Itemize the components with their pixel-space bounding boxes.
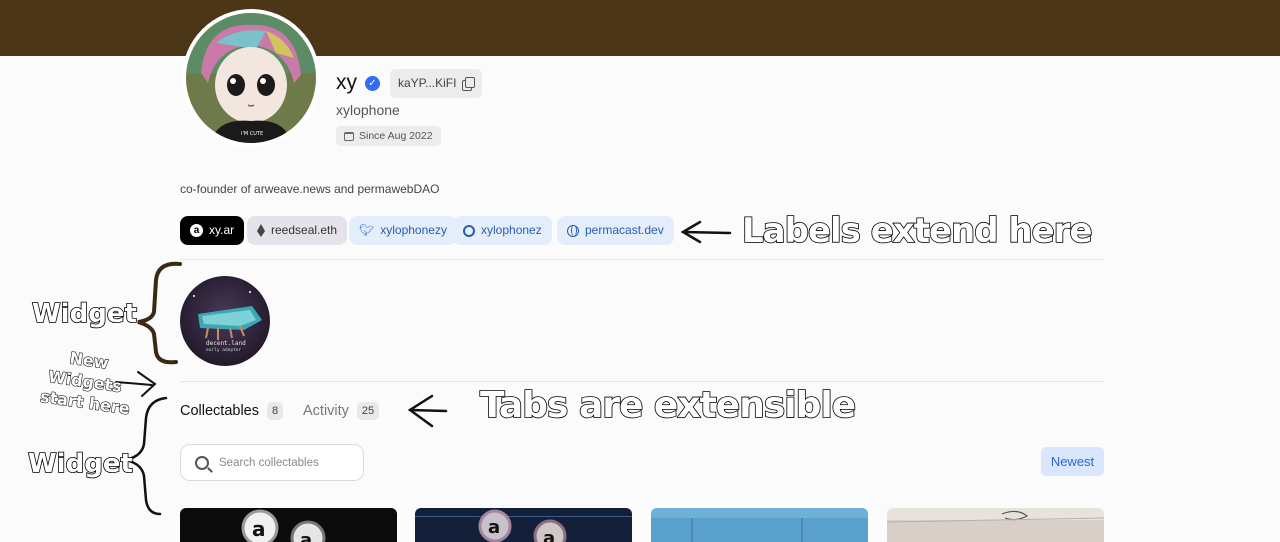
globe-icon — [567, 224, 579, 237]
svg-text:a: a — [300, 530, 312, 542]
collectable-thumbnail: a a — [415, 508, 632, 542]
github-icon — [463, 224, 475, 237]
profile-name: xy — [336, 71, 357, 94]
link-label: xy.ar — [209, 223, 235, 237]
annotation-labels-extend: Labels extend here — [741, 210, 1093, 252]
ethereum-icon — [257, 224, 265, 237]
since-badge: Since Aug 2022 — [336, 126, 441, 146]
annotation-tabs-extensible: Tabs are extensible — [479, 384, 857, 427]
collectable-card[interactable]: a a — [180, 508, 397, 542]
since-text: Since Aug 2022 — [359, 130, 433, 142]
profile-handle: xylophone — [336, 102, 400, 118]
address-text: kaYP...KiFI — [398, 76, 457, 90]
tab-label: Collectables — [180, 403, 259, 419]
svg-text:a: a — [488, 517, 500, 538]
search-icon — [195, 455, 209, 470]
badge-subtitle: early adopter — [206, 348, 242, 353]
tab-count: 25 — [356, 402, 380, 420]
link-chip-twitter[interactable]: 🐦︎ xylophonezy — [349, 216, 457, 245]
tab-collectables[interactable]: Collectables 8 — [180, 402, 284, 420]
annotation-widget-bottom: Widget — [27, 448, 133, 480]
link-chip-arweave[interactable]: a xy.ar — [180, 216, 245, 245]
verified-icon: ✓ — [365, 76, 380, 91]
tab-count: 8 — [267, 402, 284, 420]
calendar-icon — [344, 131, 354, 141]
link-label: xylophonez — [481, 223, 542, 237]
svg-text:a: a — [543, 528, 555, 542]
collectable-card[interactable] — [887, 508, 1104, 542]
profile-bio: co-founder of arweave.news and permawebD… — [180, 182, 440, 196]
svg-text:I'M CUTE: I'M CUTE — [241, 131, 263, 137]
link-chip-ens[interactable]: reedseal.eth — [247, 216, 348, 245]
collectable-thumbnail — [887, 508, 1104, 542]
tab-label: Activity — [303, 403, 349, 419]
annotation-new-widgets: New Widgets start here — [39, 348, 132, 419]
link-chip-website[interactable]: permacast.dev — [557, 216, 674, 245]
collectable-card[interactable]: a a — [415, 508, 632, 542]
svg-text:a: a — [252, 517, 266, 541]
sort-newest-button[interactable]: Newest — [1041, 447, 1104, 476]
link-chip-github[interactable]: xylophonez — [453, 216, 552, 245]
divider — [180, 381, 1104, 382]
twitter-icon: 🐦︎ — [359, 223, 375, 237]
search-box[interactable] — [180, 444, 364, 481]
collectable-card[interactable] — [651, 508, 868, 542]
tab-activity[interactable]: Activity 25 — [303, 402, 380, 420]
badge-title: decent.land — [206, 340, 246, 347]
annotation-widget-top: Widget — [31, 298, 137, 330]
link-label: xylophonezy — [380, 223, 447, 237]
address-chip[interactable]: kaYP...KiFI — [390, 69, 483, 98]
divider — [180, 259, 1104, 260]
profile-avatar: I'M CUTE — [182, 9, 320, 147]
collectable-thumbnail — [651, 508, 868, 542]
collectable-thumbnail: a a — [180, 508, 397, 542]
copy-icon[interactable] — [462, 77, 476, 91]
link-label: reedseal.eth — [271, 223, 338, 237]
search-input[interactable] — [219, 456, 349, 469]
link-label: permacast.dev — [585, 223, 664, 237]
avatar-illustration: I'M CUTE — [186, 13, 316, 143]
arweave-icon: a — [190, 224, 203, 237]
